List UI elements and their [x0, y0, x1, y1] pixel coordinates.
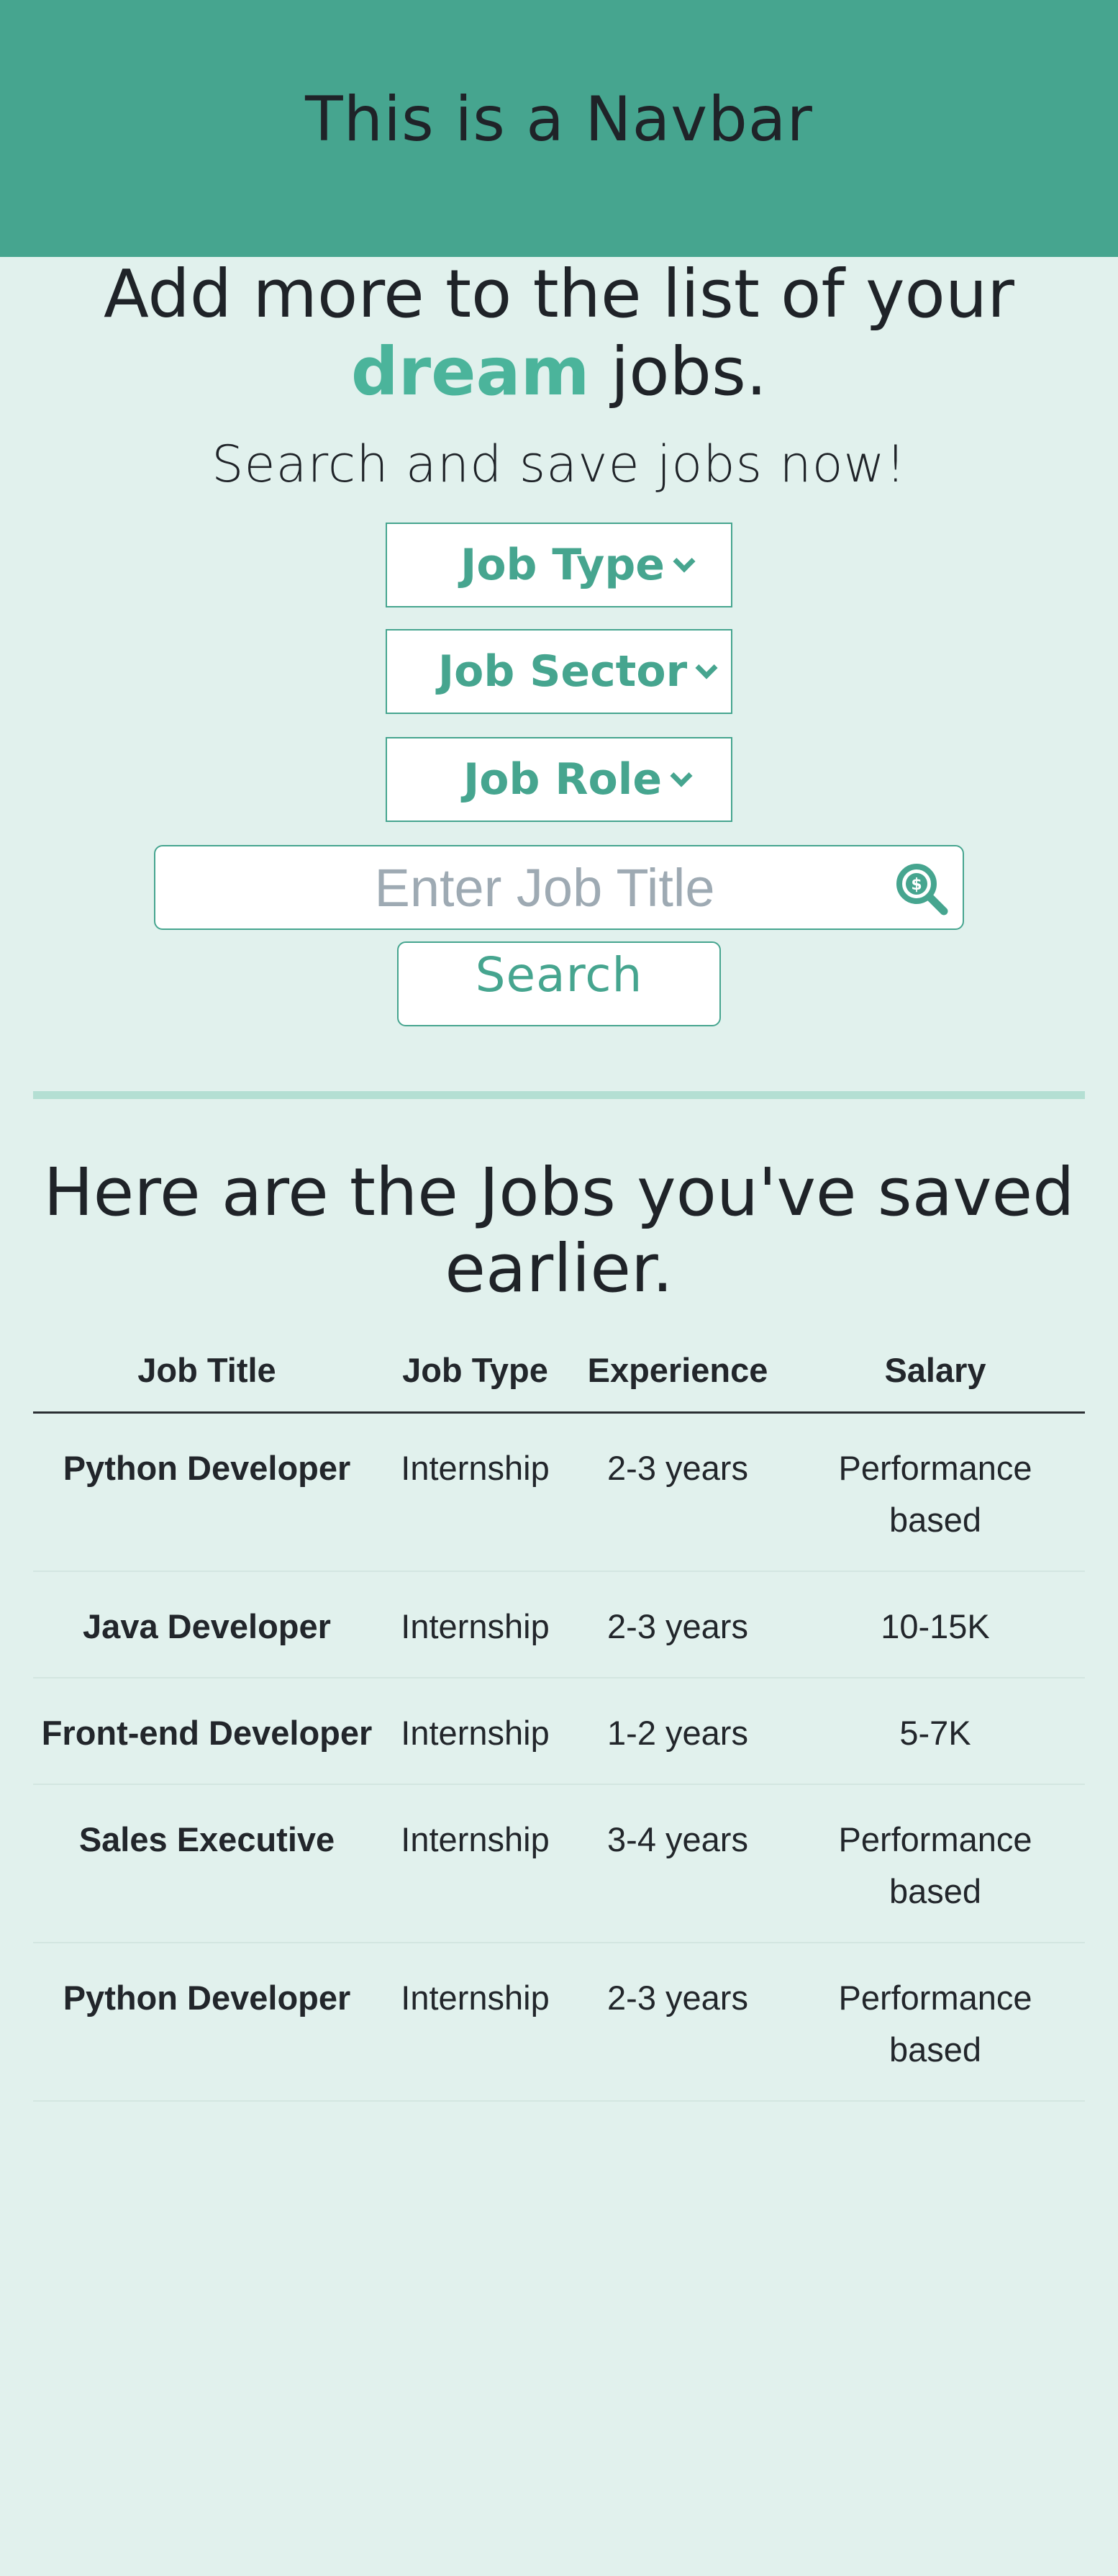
job-role-label: Job Role: [463, 754, 663, 805]
saved-jobs-heading: Here are the Jobs you've saved earlier.: [43, 1154, 1075, 1307]
hero-heading-end: jobs.: [610, 333, 768, 410]
job-title-cell: Front-end Developer: [33, 1677, 381, 1785]
job-title-search-input[interactable]: [155, 846, 963, 928]
hero-subheading: Search and save jobs now!: [212, 435, 906, 494]
experience-cell: 2-3 years: [570, 1412, 786, 1572]
job-sector-label: Job Sector: [437, 646, 688, 697]
search-dollar-icon[interactable]: $: [892, 859, 951, 918]
job-sector-dropdown[interactable]: Job Sector: [386, 629, 732, 714]
table-row: Front-end Developer Internship 1-2 years…: [33, 1677, 1085, 1785]
chevron-down-icon: [673, 550, 696, 573]
table-row: Sales Executive Internship 3-4 years Per…: [33, 1784, 1085, 1943]
table-row: Python Developer Internship 2-3 years Pe…: [33, 1942, 1085, 2102]
hero-heading-accent: dream: [350, 333, 590, 410]
job-type-cell: Internship: [381, 1412, 570, 1572]
saved-jobs-table: Job Title Job Type Experience Salary Pyt…: [33, 1333, 1085, 2102]
search-field: $: [154, 845, 964, 930]
salary-cell: Performance based: [786, 1784, 1085, 1943]
experience-cell: 2-3 years: [570, 1571, 786, 1678]
job-title-cell: Sales Executive: [33, 1784, 381, 1943]
job-type-cell: Internship: [381, 1571, 570, 1678]
hero-heading: Add more to the list of your dream jobs.: [0, 256, 1118, 411]
navbar: This is a Navbar: [0, 0, 1118, 257]
column-header-job-type: Job Type: [381, 1333, 570, 1414]
experience-cell: 1-2 years: [570, 1677, 786, 1785]
job-type-cell: Internship: [381, 1784, 570, 1943]
experience-cell: 3-4 years: [570, 1784, 786, 1943]
salary-cell: Performance based: [786, 1412, 1085, 1572]
chevron-down-icon: [670, 764, 693, 787]
table-row: Python Developer Internship 2-3 years Pe…: [33, 1412, 1085, 1572]
table-header-row: Job Title Job Type Experience Salary: [33, 1333, 1085, 1414]
job-title-cell: Java Developer: [33, 1571, 381, 1678]
chevron-down-icon: [695, 656, 718, 679]
salary-cell: Performance based: [786, 1942, 1085, 2102]
column-header-job-title: Job Title: [33, 1333, 381, 1414]
job-title-cell: Python Developer: [33, 1942, 381, 2102]
column-header-experience: Experience: [570, 1333, 786, 1414]
section-divider: [33, 1091, 1085, 1099]
job-title-cell: Python Developer: [33, 1412, 381, 1572]
search-button[interactable]: Search: [397, 941, 721, 1026]
salary-cell: 10-15K: [786, 1571, 1085, 1678]
column-header-salary: Salary: [786, 1333, 1085, 1414]
job-type-dropdown[interactable]: Job Type: [386, 523, 732, 607]
job-type-cell: Internship: [381, 1942, 570, 2102]
table-row: Java Developer Internship 2-3 years 10-1…: [33, 1571, 1085, 1678]
hero-heading-text: Add more to the list of your: [104, 256, 1014, 333]
navbar-title: This is a Navbar: [305, 83, 813, 155]
job-type-label: Job Type: [460, 540, 665, 590]
svg-text:$: $: [911, 876, 922, 894]
experience-cell: 2-3 years: [570, 1942, 786, 2102]
salary-cell: 5-7K: [786, 1677, 1085, 1785]
job-type-cell: Internship: [381, 1677, 570, 1785]
job-role-dropdown[interactable]: Job Role: [386, 737, 732, 822]
